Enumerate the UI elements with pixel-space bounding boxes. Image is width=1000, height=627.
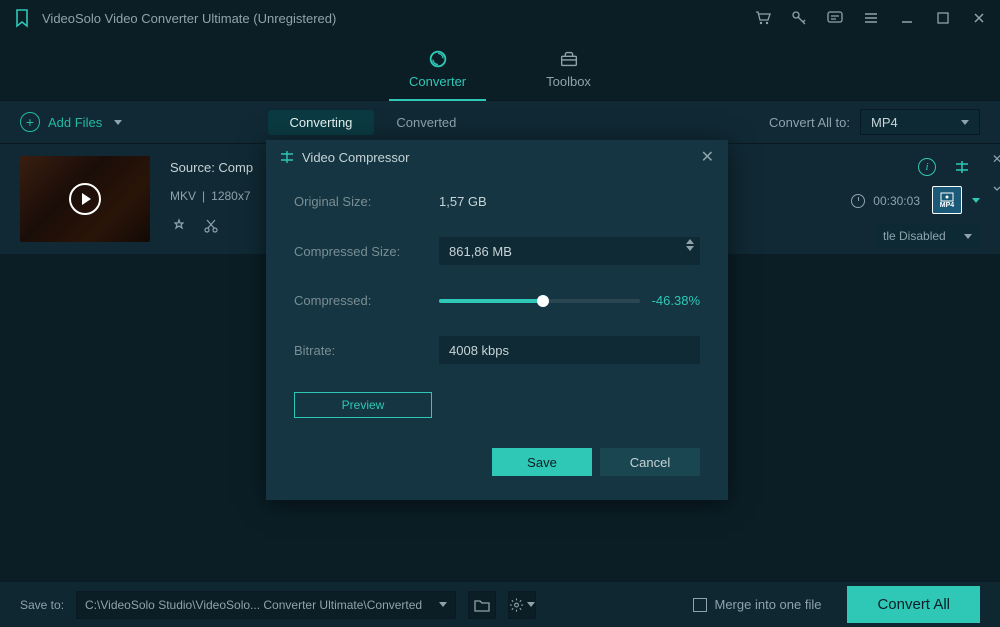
file-remove-icon[interactable]: ✕ <box>992 152 1000 166</box>
titlebar: VideoSolo Video Converter Ultimate (Unre… <box>0 0 1000 36</box>
video-thumbnail[interactable] <box>20 156 150 242</box>
chevron-down-icon <box>527 602 535 607</box>
slider-thumb[interactable] <box>537 295 549 307</box>
settings-button[interactable] <box>508 591 536 619</box>
status-segmented: Converting Converted <box>268 110 479 135</box>
tab-converting[interactable]: Converting <box>268 110 375 135</box>
compression-percent: -46.38% <box>652 293 700 308</box>
compressed-size-input[interactable]: 861,86 MB <box>439 237 700 265</box>
info-icon[interactable]: i <box>918 158 936 176</box>
add-files-button[interactable]: + Add Files <box>20 112 122 132</box>
clock-icon <box>851 194 865 208</box>
tab-converter-label: Converter <box>409 74 466 89</box>
cart-icon[interactable] <box>754 9 772 27</box>
compressor-icon <box>280 150 294 164</box>
effects-icon[interactable] <box>170 217 188 235</box>
duration-value: 00:30:03 <box>873 194 920 208</box>
add-files-caret-icon[interactable] <box>114 120 122 125</box>
modal-header: Video Compressor ✕ <box>266 140 728 174</box>
video-compressor-modal: Video Compressor ✕ Original Size: 1,57 G… <box>266 140 728 500</box>
chevron-down-icon <box>964 234 972 239</box>
checkbox-icon <box>693 598 707 612</box>
convert-all-button[interactable]: Convert All <box>847 586 980 623</box>
original-size-value: 1,57 GB <box>439 194 487 209</box>
convert-all-to-label: Convert All to: <box>769 115 850 130</box>
feedback-icon[interactable] <box>826 9 844 27</box>
toolbar: + Add Files Converting Converted Convert… <box>0 100 1000 144</box>
maximize-icon[interactable] <box>934 9 952 27</box>
toolbox-icon <box>558 48 580 70</box>
subtitle-value: tle Disabled <box>883 229 946 243</box>
main-tabs: Converter Toolbox <box>0 36 1000 100</box>
save-path-select[interactable]: C:\VideoSolo Studio\VideoSolo... Convert… <box>76 591 456 619</box>
modal-close-button[interactable]: ✕ <box>701 147 714 167</box>
cut-icon[interactable] <box>202 217 220 235</box>
bitrate-label: Bitrate: <box>294 343 439 358</box>
stepper-up[interactable] <box>686 239 694 244</box>
merge-label: Merge into one file <box>715 597 822 612</box>
converter-icon <box>427 48 449 70</box>
open-folder-button[interactable] <box>468 591 496 619</box>
stepper <box>686 239 694 251</box>
file-container: MKV <box>170 189 196 203</box>
chevron-down-icon <box>439 602 447 607</box>
minimize-icon[interactable] <box>898 9 916 27</box>
tab-converted[interactable]: Converted <box>374 110 478 135</box>
bitrate-input[interactable]: 4008 kbps <box>439 336 700 364</box>
tab-toolbox-label: Toolbox <box>546 74 591 89</box>
convert-all-to-value: MP4 <box>871 115 898 130</box>
add-files-label: Add Files <box>48 115 102 130</box>
subtitle-select[interactable]: tle Disabled <box>875 224 980 248</box>
file-expand-icon[interactable] <box>992 184 1000 194</box>
compression-slider[interactable] <box>439 299 640 303</box>
menu-icon[interactable] <box>862 9 880 27</box>
compressed-label: Compressed: <box>294 293 439 308</box>
preview-button[interactable]: Preview <box>294 392 432 418</box>
duration: 00:30:03 <box>851 194 920 208</box>
save-path-value: C:\VideoSolo Studio\VideoSolo... Convert… <box>85 598 422 612</box>
save-button[interactable]: Save <box>492 448 592 476</box>
cancel-button[interactable]: Cancel <box>600 448 700 476</box>
merge-checkbox[interactable]: Merge into one file <box>693 597 822 612</box>
app-title: VideoSolo Video Converter Ultimate (Unre… <box>42 11 754 26</box>
close-icon[interactable] <box>970 9 988 27</box>
file-resolution: 1280x7 <box>211 189 250 203</box>
modal-title: Video Compressor <box>302 150 701 165</box>
tab-converter[interactable]: Converter <box>399 42 476 95</box>
save-to-label: Save to: <box>20 598 64 612</box>
format-caret-icon[interactable] <box>972 198 980 203</box>
key-icon[interactable] <box>790 9 808 27</box>
original-size-label: Original Size: <box>294 194 439 209</box>
chevron-down-icon <box>961 120 969 125</box>
compressed-size-label: Compressed Size: <box>294 244 439 259</box>
app-logo-icon <box>12 8 32 28</box>
play-icon <box>69 183 101 215</box>
stepper-down[interactable] <box>686 246 694 251</box>
output-format-badge[interactable]: MP4 <box>932 186 962 214</box>
convert-all-to-select[interactable]: MP4 <box>860 109 980 135</box>
plus-icon: + <box>20 112 40 132</box>
tab-toolbox[interactable]: Toolbox <box>536 42 601 95</box>
compress-icon[interactable] <box>954 159 970 175</box>
bottom-bar: Save to: C:\VideoSolo Studio\VideoSolo..… <box>0 581 1000 627</box>
convert-all-to-group: Convert All to: MP4 <box>769 109 980 135</box>
